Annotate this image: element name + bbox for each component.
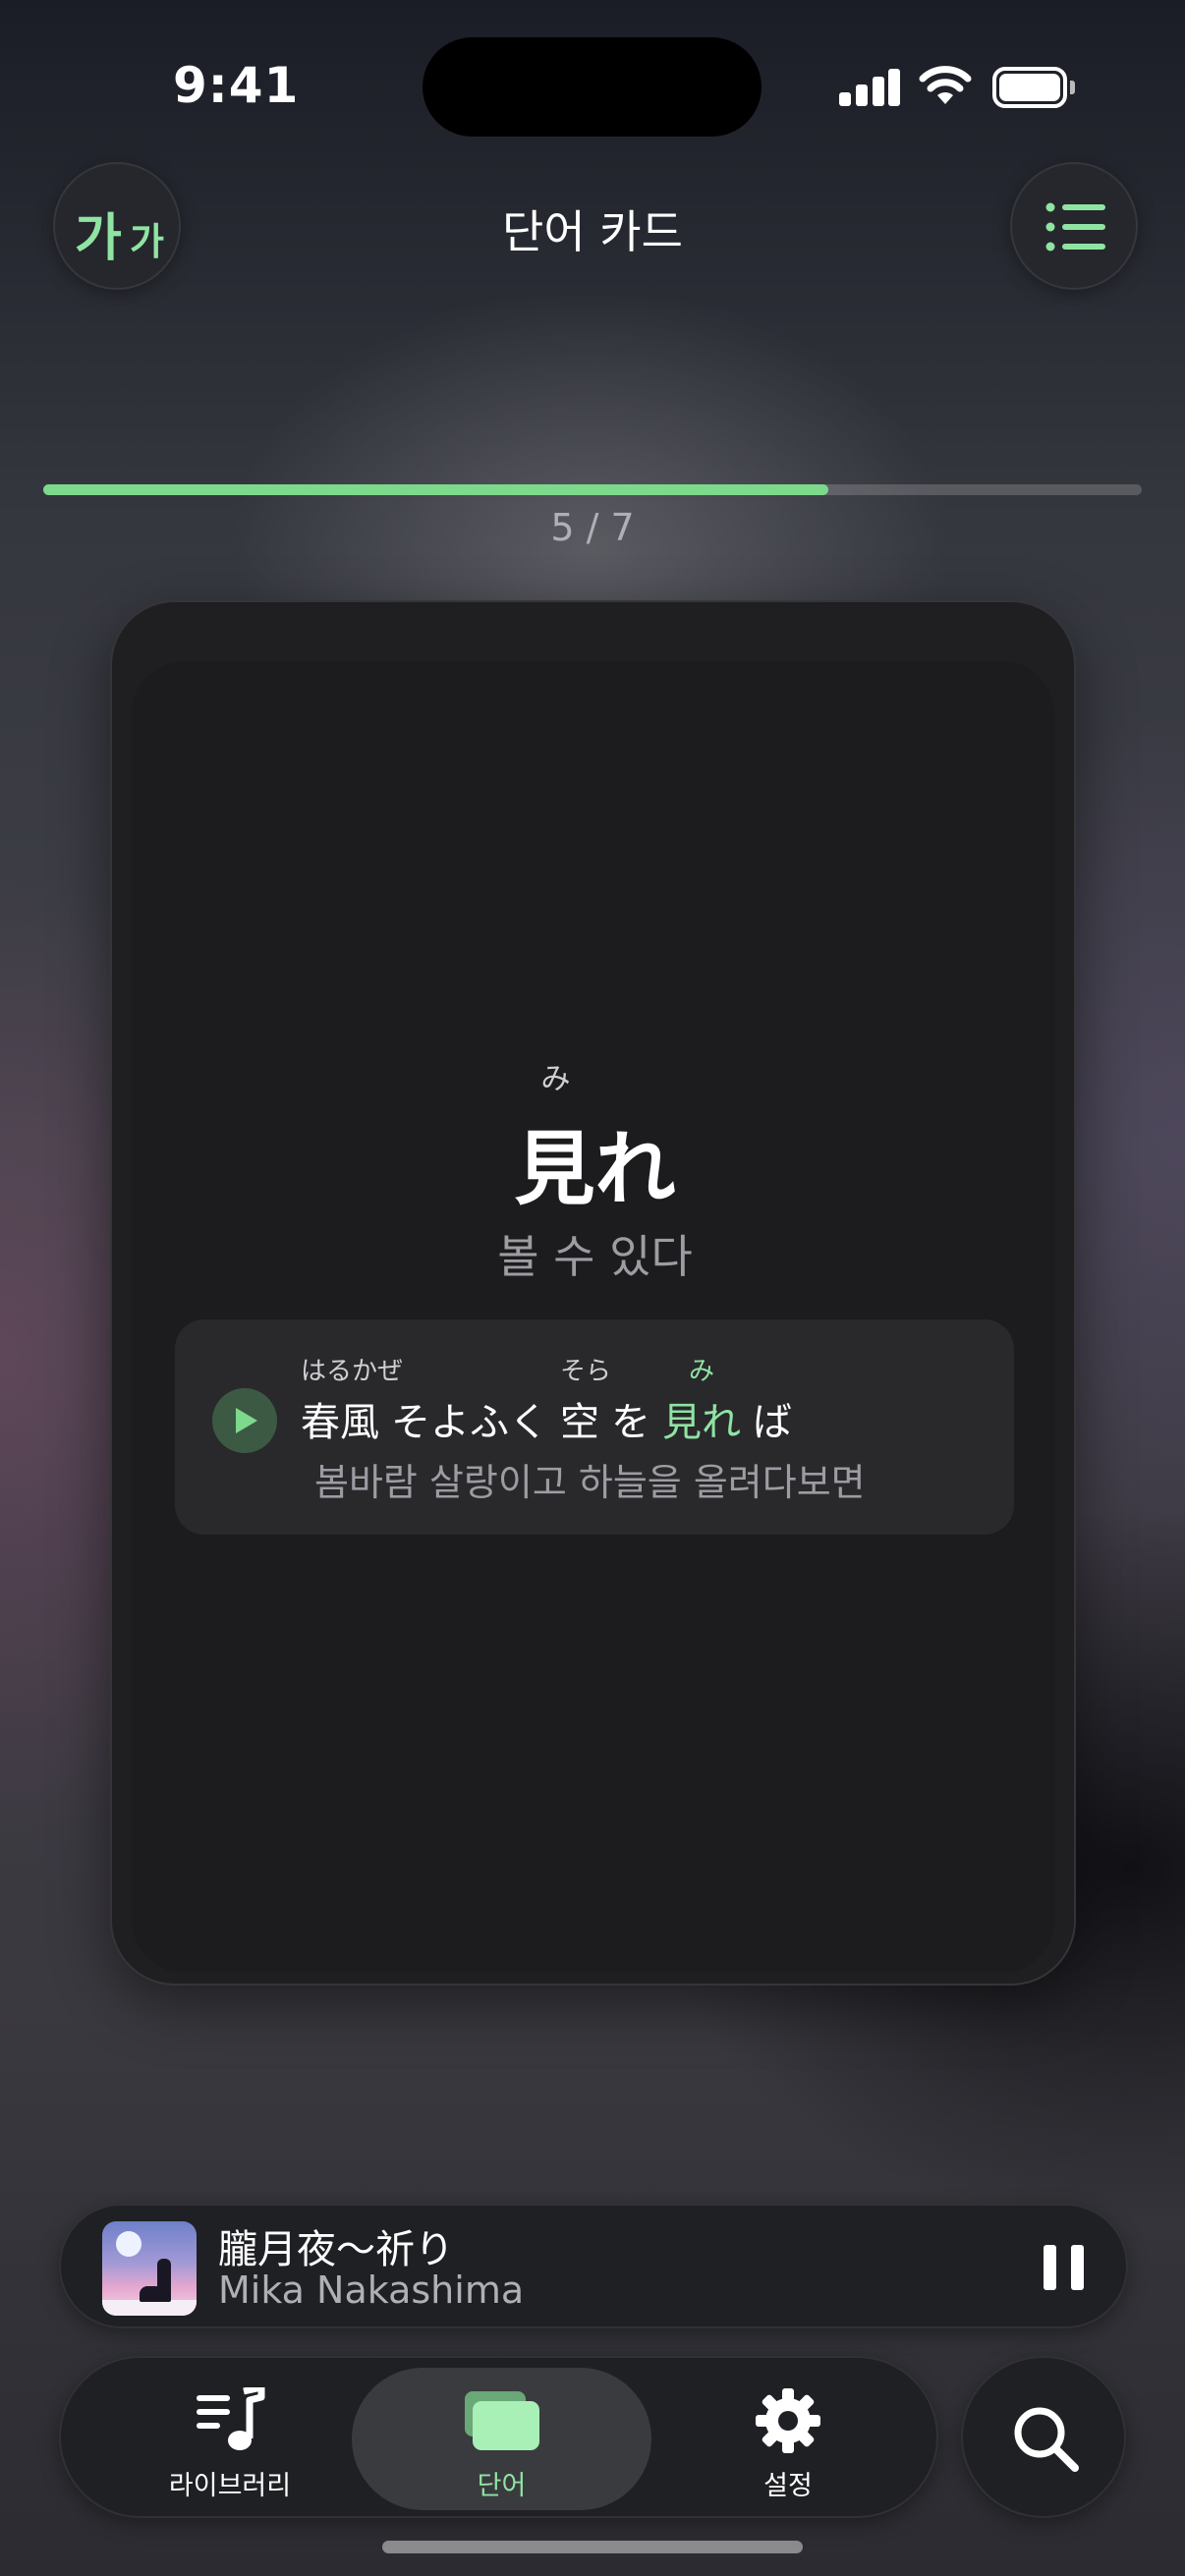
search-icon xyxy=(1014,2407,1079,2472)
tab-library[interactable]: 라이브러리 xyxy=(92,2358,367,2520)
progress-fill xyxy=(43,484,828,495)
tab-library-label: 라이브러리 xyxy=(168,2471,292,2501)
track-artist: Mika Nakashima xyxy=(218,2268,525,2312)
signal-bars-icon xyxy=(839,69,900,106)
tab-words[interactable]: 단어 xyxy=(352,2368,651,2510)
example-target-word: み見れ xyxy=(662,1357,741,1447)
tab-words-label: 단어 xyxy=(477,2471,527,2501)
play-icon xyxy=(236,1408,257,1433)
example-word-base: を xyxy=(611,1400,650,1445)
mini-player[interactable]: 朧月夜～祈り Mika Nakashima xyxy=(59,2204,1128,2328)
example-word: を xyxy=(611,1357,650,1447)
home-indicator xyxy=(382,2541,803,2553)
example-word: ば xyxy=(753,1357,792,1447)
pause-button[interactable] xyxy=(1044,2245,1085,2290)
music-library-icon xyxy=(197,2387,265,2450)
example-word-ruby: はるかぜ xyxy=(301,1357,404,1386)
example-word: そら空 xyxy=(560,1357,611,1447)
example-word: そよふく xyxy=(391,1357,548,1447)
album-art xyxy=(102,2221,197,2316)
example-sentence-box: はるかぜ 春風 そよふく そら空をみ見れば 봄바람 살랑이고 하늘을 올려다보면 xyxy=(175,1319,1014,1535)
example-translation: 봄바람 살랑이고 하늘을 올려다보면 xyxy=(314,1461,866,1504)
play-example-button[interactable] xyxy=(212,1388,277,1453)
example-word-ruby: そら xyxy=(560,1357,612,1386)
list-icon xyxy=(1045,202,1105,252)
example-word-base: そよふく xyxy=(391,1400,548,1445)
word-ruby: み xyxy=(540,1062,571,1096)
battery-full-icon xyxy=(992,67,1075,108)
tab-bar: 라이브러리 단어 설정 xyxy=(59,2356,938,2518)
tab-settings-label: 설정 xyxy=(763,2471,813,2501)
page-title: 단어 카드 xyxy=(502,205,683,258)
pause-icon xyxy=(1044,2245,1056,2290)
progress-bar xyxy=(43,484,1142,495)
search-button[interactable] xyxy=(961,2356,1126,2518)
example-word: はるかぜ 春風 xyxy=(301,1357,403,1447)
example-sentence: はるかぜ 春風 そよふく そら空をみ見れば xyxy=(301,1357,804,1447)
dynamic-island xyxy=(423,37,762,137)
word-card-face xyxy=(132,661,1054,1973)
wifi-icon xyxy=(919,65,972,106)
list-button[interactable] xyxy=(1010,162,1138,290)
example-word-ruby: み xyxy=(688,1357,714,1386)
tab-settings[interactable]: 설정 xyxy=(650,2358,926,2520)
track-title: 朧月夜～祈り xyxy=(218,2227,454,2272)
word-text: 見れ xyxy=(514,1123,676,1216)
status-time: 9:41 xyxy=(173,57,300,114)
word-meaning: 볼 수 있다 xyxy=(497,1230,693,1283)
example-word-base: ば xyxy=(753,1400,792,1445)
cards-icon xyxy=(464,2391,539,2450)
progress-counter: 5 / 7 xyxy=(550,506,635,549)
gear-icon xyxy=(756,2388,820,2453)
word-card[interactable]: み 見れ 볼 수 있다 はるかぜ 春風 そよふく そら空をみ見れば 봄바람 살랑이고 … xyxy=(110,600,1076,1986)
